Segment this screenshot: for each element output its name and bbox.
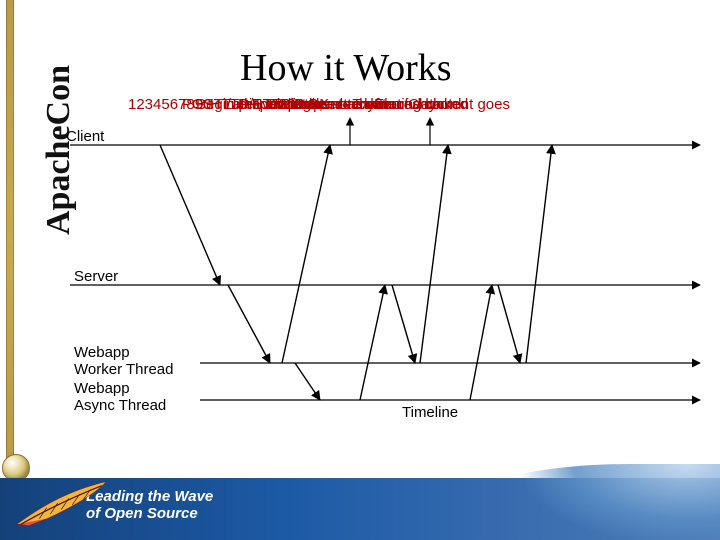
- footer-banner: Leading the Wave of Open Source: [0, 478, 720, 540]
- lane-server-label: Server: [74, 268, 118, 285]
- lane-webapp-async-line1: Webapp: [74, 380, 130, 397]
- lane-webapp-worker-line1: Webapp: [74, 344, 130, 361]
- lane-webapp-async-label: Webapp Async Thread: [74, 380, 194, 415]
- lane-webapp-worker-line2: Worker Thread: [74, 361, 174, 378]
- brand-gold-bar: [6, 0, 14, 475]
- lane-webapp-async-line2: Async Thread: [74, 397, 166, 414]
- step-labels-overlay: 1234567890 POST /url HTTP/1.1 Begin proc…: [128, 96, 688, 126]
- footer-swoosh-graphic: [430, 464, 720, 540]
- feather-icon: [10, 474, 120, 534]
- timeline-axis-label: Timeline: [402, 404, 458, 421]
- page-title: How it Works: [240, 46, 452, 90]
- step-10-label: Send terminating chunk: [308, 96, 466, 113]
- lane-webapp-worker-label: Webapp Worker Thread: [74, 344, 194, 379]
- lane-client-label: Client: [66, 128, 104, 145]
- brand-vertical-text: ApacheCon: [40, 65, 78, 235]
- brand-sidebar: ApacheCon: [0, 0, 50, 540]
